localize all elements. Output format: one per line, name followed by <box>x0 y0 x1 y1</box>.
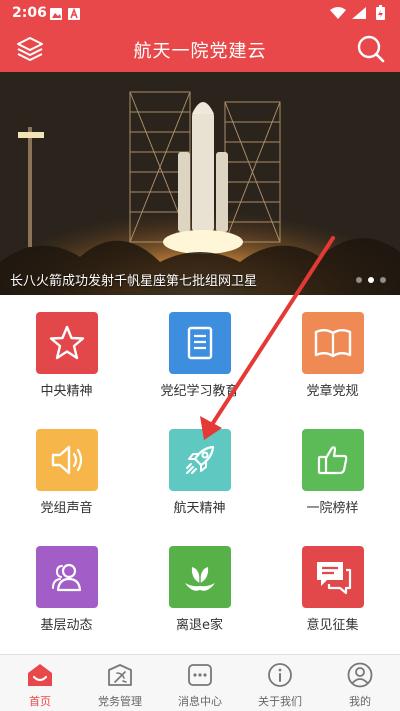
tab-messages[interactable]: 消息中心 <box>160 655 240 711</box>
rocket-icon <box>169 429 231 491</box>
tab-label: 党务管理 <box>80 693 160 709</box>
carousel-dot[interactable] <box>368 277 374 283</box>
grid-item-label: 航天精神 <box>133 497 266 516</box>
banner-caption: 长八火箭成功发射千帆星座第七批组网卫星 <box>10 270 257 289</box>
grid-item-central-spirit[interactable]: 中央精神 <box>0 300 133 417</box>
tab-mine[interactable]: 我的 <box>320 655 400 711</box>
grid-item-label: 基层动态 <box>0 614 133 633</box>
status-time: 2:06 <box>12 5 47 21</box>
tab-about[interactable]: 关于我们 <box>240 655 320 711</box>
home-icon <box>26 661 54 689</box>
grid-item-label: 中央精神 <box>0 380 133 399</box>
people-icon <box>36 546 98 608</box>
grid-item-label: 一院榜样 <box>266 497 399 516</box>
tab-label: 首页 <box>0 693 80 709</box>
carousel-indicator <box>356 277 386 283</box>
grid-item-feedback[interactable]: 意见征集 <box>266 534 399 651</box>
info-icon <box>266 661 294 689</box>
search-icon[interactable] <box>356 34 386 64</box>
grid-item-grassroots-news[interactable]: 基层动态 <box>0 534 133 651</box>
message-icon <box>186 661 214 689</box>
carousel-dot[interactable] <box>380 277 386 283</box>
tab-label: 关于我们 <box>240 693 320 709</box>
star-icon <box>36 312 98 374</box>
tab-label: 我的 <box>320 693 400 709</box>
leaf-hands-icon <box>169 546 231 608</box>
document-list-icon <box>169 312 231 374</box>
user-icon <box>346 661 374 689</box>
tab-label: 消息中心 <box>160 693 240 709</box>
party-emblem-icon <box>106 661 134 689</box>
bottom-tab-bar: 首页 党务管理 消息中心 关于我们 我的 <box>0 654 400 711</box>
rocket-launch-image <box>0 72 400 295</box>
grid-item-role-models[interactable]: 一院榜样 <box>266 417 399 534</box>
grid-item-aerospace-spirit[interactable]: 航天精神 <box>133 417 266 534</box>
grid-item-discipline-study[interactable]: 党纪学习教育 <box>133 300 266 417</box>
grid-item-party-voice[interactable]: 党组声音 <box>0 417 133 534</box>
system-icons <box>328 5 392 25</box>
page-title: 航天一院党建云 <box>0 37 400 63</box>
notification-icons <box>50 6 84 25</box>
grid-item-label: 党纪学习教育 <box>133 380 266 399</box>
app-header: 航天一院党建云 <box>0 26 400 72</box>
grid-item-retiree-home[interactable]: 离退e家 <box>133 534 266 651</box>
carousel-dot[interactable] <box>356 277 362 283</box>
open-book-icon <box>302 312 364 374</box>
chat-bubbles-icon <box>302 546 364 608</box>
tab-home[interactable]: 首页 <box>0 655 80 711</box>
tab-party-affairs[interactable]: 党务管理 <box>80 655 160 711</box>
status-bar: 2:06 <box>0 0 400 26</box>
grid-item-party-constitution[interactable]: 党章党规 <box>266 300 399 417</box>
speaker-icon <box>36 429 98 491</box>
banner-carousel[interactable]: 长八火箭成功发射千帆星座第七批组网卫星 <box>0 72 400 295</box>
function-grid: 中央精神 党纪学习教育 党章党规 党组声音 航天精神 一院榜样 <box>0 300 400 652</box>
grid-item-label: 离退e家 <box>133 614 266 633</box>
grid-item-label: 意见征集 <box>266 614 399 633</box>
grid-item-label: 党章党规 <box>266 380 399 399</box>
grid-item-label: 党组声音 <box>0 497 133 516</box>
thumbs-up-icon <box>302 429 364 491</box>
